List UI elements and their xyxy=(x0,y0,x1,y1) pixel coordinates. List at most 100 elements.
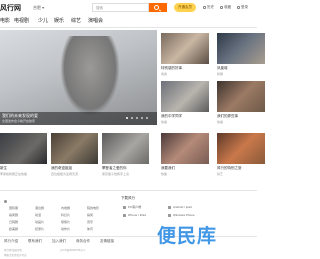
video-subtitle: 李易峰新剧正在热播 xyxy=(0,171,28,176)
carousel-dot[interactable] xyxy=(146,117,148,119)
search-icon xyxy=(154,4,159,10)
bullet-icon xyxy=(4,200,7,203)
star-icon xyxy=(220,5,223,9)
location-label: 合肥 xyxy=(33,5,41,10)
video-card[interactable]: 我的中学同学 热播 xyxy=(161,81,209,124)
video-card[interactable]: 特别感的好事 青春 xyxy=(161,33,209,76)
download-label: PC客户端 xyxy=(128,205,142,209)
location-selector[interactable]: 合肥 ▾ xyxy=(33,5,44,11)
video-card[interactable]: 攀登者之爱的你 吴京章子怡携手上演 xyxy=(102,133,149,176)
favorites-link[interactable]: 收藏 xyxy=(220,5,231,10)
footer-link[interactable]: 欧美剧 xyxy=(9,227,18,231)
download-android[interactable]: Android / Ipad xyxy=(168,205,192,209)
nav-divider xyxy=(0,27,257,28)
video-thumbnail xyxy=(0,133,47,164)
video-card[interactable]: 我要我们 热播 xyxy=(161,133,209,176)
carousel-dot[interactable] xyxy=(126,117,128,119)
search-input[interactable]: 搜索 xyxy=(92,3,149,12)
footer-link[interactable]: 惊悚片 xyxy=(61,220,70,224)
pc-icon xyxy=(123,205,126,209)
video-thumbnail xyxy=(161,81,209,112)
login-link[interactable]: 登录 xyxy=(237,5,248,10)
footer-divider xyxy=(0,236,257,237)
video-thumbnail xyxy=(217,133,265,164)
footer-about[interactable]: 风行介绍 xyxy=(4,239,18,244)
footer-link[interactable]: 搞笑 xyxy=(87,213,93,217)
main-nav: 电影 电视剧 少儿 娱乐 综艺 演唱会 xyxy=(0,16,160,26)
video-subtitle: 热播 xyxy=(161,119,168,124)
search-button[interactable] xyxy=(149,3,167,12)
video-subtitle: 热播 xyxy=(161,171,168,176)
video-thumbnail xyxy=(102,133,149,164)
video-title: 特别感的好事 xyxy=(161,65,182,70)
favorites-label: 收藏 xyxy=(224,5,231,9)
hero-banner[interactable]: 我们的未来发现的爱 全国发布会今晚开启独家 xyxy=(0,30,157,125)
footer-join[interactable]: 加入我们 xyxy=(52,239,66,244)
video-title: 攀登者之爱的你 xyxy=(102,165,127,170)
download-iphone[interactable]: iPhone / iPad xyxy=(123,213,146,217)
video-card[interactable]: 凤凰城 新剧 xyxy=(217,33,265,76)
footer-link[interactable]: 音乐 xyxy=(87,220,93,224)
footer-link[interactable]: 动漫 xyxy=(35,213,41,217)
video-thumbnail xyxy=(217,33,265,64)
footer-link[interactable]: 纪录片 xyxy=(35,227,44,231)
banner-subtitle: 全国发布会今晚开启独家 xyxy=(2,119,36,123)
footer-friends[interactable]: 友情链接 xyxy=(100,239,114,244)
banner-figure xyxy=(60,36,120,116)
video-card[interactable]: 新生 李易峰新剧正在热播 xyxy=(0,133,47,176)
nav-item-variety[interactable]: 综艺 xyxy=(71,17,81,24)
footer-business[interactable]: 商务合作 xyxy=(76,239,90,244)
video-title: 我的奇迹姐姐 xyxy=(51,165,72,170)
footer-link[interactable]: 内地剧 xyxy=(61,206,70,210)
download-title: 下载风行 xyxy=(121,196,135,200)
video-subtitle: 新剧 xyxy=(217,71,224,76)
download-winphone[interactable]: Windows Phone xyxy=(168,213,195,217)
carousel-dot[interactable] xyxy=(131,117,133,119)
footer-link[interactable]: 动作片 xyxy=(61,227,70,231)
video-card[interactable]: 我的奇迹姐姐 四位姐姐为爱闯天涯 xyxy=(51,133,98,176)
download-label: Android / Ipad xyxy=(173,205,192,209)
footer-link[interactable]: 动画片 xyxy=(35,220,44,224)
history-label: 历史 xyxy=(207,5,214,9)
search-placeholder: 搜索 xyxy=(96,6,103,10)
nav-item-kids[interactable]: 少儿 xyxy=(38,17,48,24)
footer-link[interactable]: 日韩剧 xyxy=(9,220,18,224)
nav-item-ent[interactable]: 娱乐 xyxy=(54,17,64,24)
license-text: 沪ICP备08005795号-2 xyxy=(60,249,86,252)
video-card[interactable]: 我们的那些事 热播 xyxy=(217,81,265,124)
copyright-text: 风行网 版权所有 xyxy=(4,249,23,252)
video-subtitle: 青春 xyxy=(161,71,168,76)
video-subtitle: 四位姐姐为爱闯天涯 xyxy=(51,171,79,176)
clock-icon xyxy=(203,5,206,9)
video-card[interactable]: 风行的特别之旅 综艺 xyxy=(217,133,265,176)
video-subtitle: 热播 xyxy=(217,119,224,124)
footer-link[interactable]: 院线电影 xyxy=(87,206,99,210)
download-pc[interactable]: PC客户端 xyxy=(123,205,141,209)
carousel-dot[interactable] xyxy=(141,117,143,119)
nav-item-tv[interactable]: 电视剧 xyxy=(14,17,29,24)
video-thumbnail xyxy=(217,81,265,112)
video-title: 新生 xyxy=(0,165,7,170)
nav-item-concert[interactable]: 演唱会 xyxy=(88,17,103,24)
user-icon xyxy=(237,5,240,9)
download-label: Windows Phone xyxy=(173,213,195,217)
login-label: 登录 xyxy=(241,5,248,9)
android-icon xyxy=(168,205,171,209)
site-logo[interactable]: 风行网 xyxy=(0,3,21,13)
footer-link[interactable]: 港台剧 xyxy=(35,206,44,210)
history-link[interactable]: 历史 xyxy=(203,5,214,10)
vip-button[interactable]: 开通会员 xyxy=(174,3,196,12)
footer-contact[interactable]: 联系我们 xyxy=(28,239,42,244)
footer-link[interactable]: 搞笑剧 xyxy=(9,213,18,217)
section-divider xyxy=(0,190,257,191)
windows-icon xyxy=(168,213,171,217)
footer-link[interactable]: 国际服 xyxy=(9,206,18,210)
video-title: 我们的那些事 xyxy=(217,113,238,118)
footer-link[interactable]: 科幻片 xyxy=(61,213,70,217)
video-subtitle: 综艺 xyxy=(217,171,224,176)
footer-link[interactable]: 体育 xyxy=(87,227,93,231)
nav-item-movie[interactable]: 电影 xyxy=(0,17,10,24)
carousel-dot[interactable] xyxy=(136,117,138,119)
download-label: iPhone / iPad xyxy=(128,213,146,217)
banner-caption: 我们的未来发现的爱 全国发布会今晚开启独家 xyxy=(0,112,157,125)
